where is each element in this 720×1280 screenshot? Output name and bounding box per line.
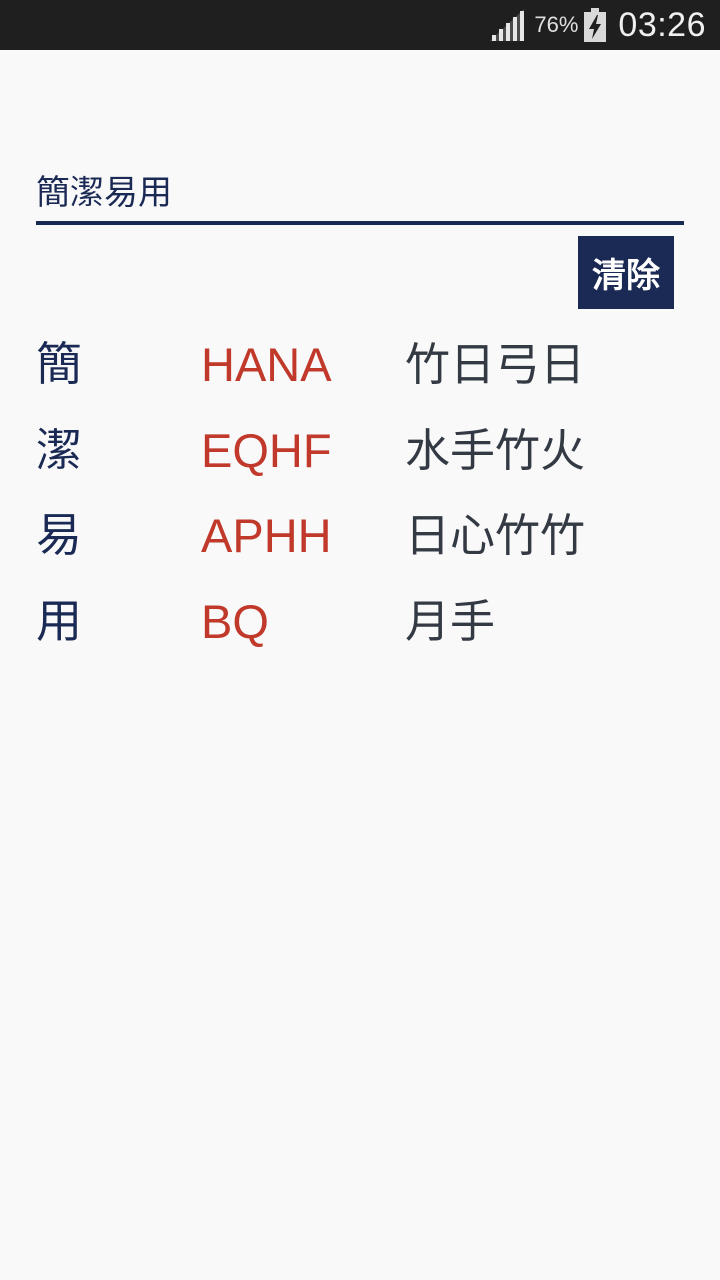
result-character: 潔: [36, 422, 82, 477]
result-row: 易 APHH 日心竹竹: [36, 493, 684, 579]
clear-button[interactable]: 清除: [578, 236, 674, 309]
result-code: EQHF: [201, 423, 332, 477]
clock: 03:26: [618, 5, 706, 44]
status-indicators: 76% 03:26: [490, 0, 706, 50]
result-row: 用 BQ 月手: [36, 579, 684, 665]
result-code: APHH: [201, 509, 332, 562]
input-underline: [36, 221, 684, 225]
result-radicals: 水手竹火: [405, 423, 586, 477]
result-code: BQ: [201, 594, 269, 648]
result-character: 用: [36, 593, 82, 648]
character-input[interactable]: [36, 160, 684, 218]
result-character: 易: [36, 508, 82, 562]
result-code: HANA: [201, 338, 332, 391]
search-field-wrapper: [36, 160, 684, 226]
result-row: 簡 HANA 竹日弓日: [36, 322, 684, 408]
result-character: 簡: [36, 337, 82, 391]
battery-charging-icon: [584, 8, 607, 42]
result-radicals: 竹日弓日: [405, 338, 586, 391]
results-list: 簡 HANA 竹日弓日 潔 EQHF 水手竹火 易 APHH 日心竹竹 用 BQ…: [36, 322, 684, 664]
result-radicals: 月手: [405, 594, 496, 648]
result-row: 潔 EQHF 水手竹火: [36, 408, 684, 494]
battery-percent: 76%: [534, 12, 579, 37]
signal-icon: [490, 9, 525, 41]
status-bar: 76% 03:26: [0, 0, 720, 50]
result-radicals: 日心竹竹: [405, 509, 586, 562]
